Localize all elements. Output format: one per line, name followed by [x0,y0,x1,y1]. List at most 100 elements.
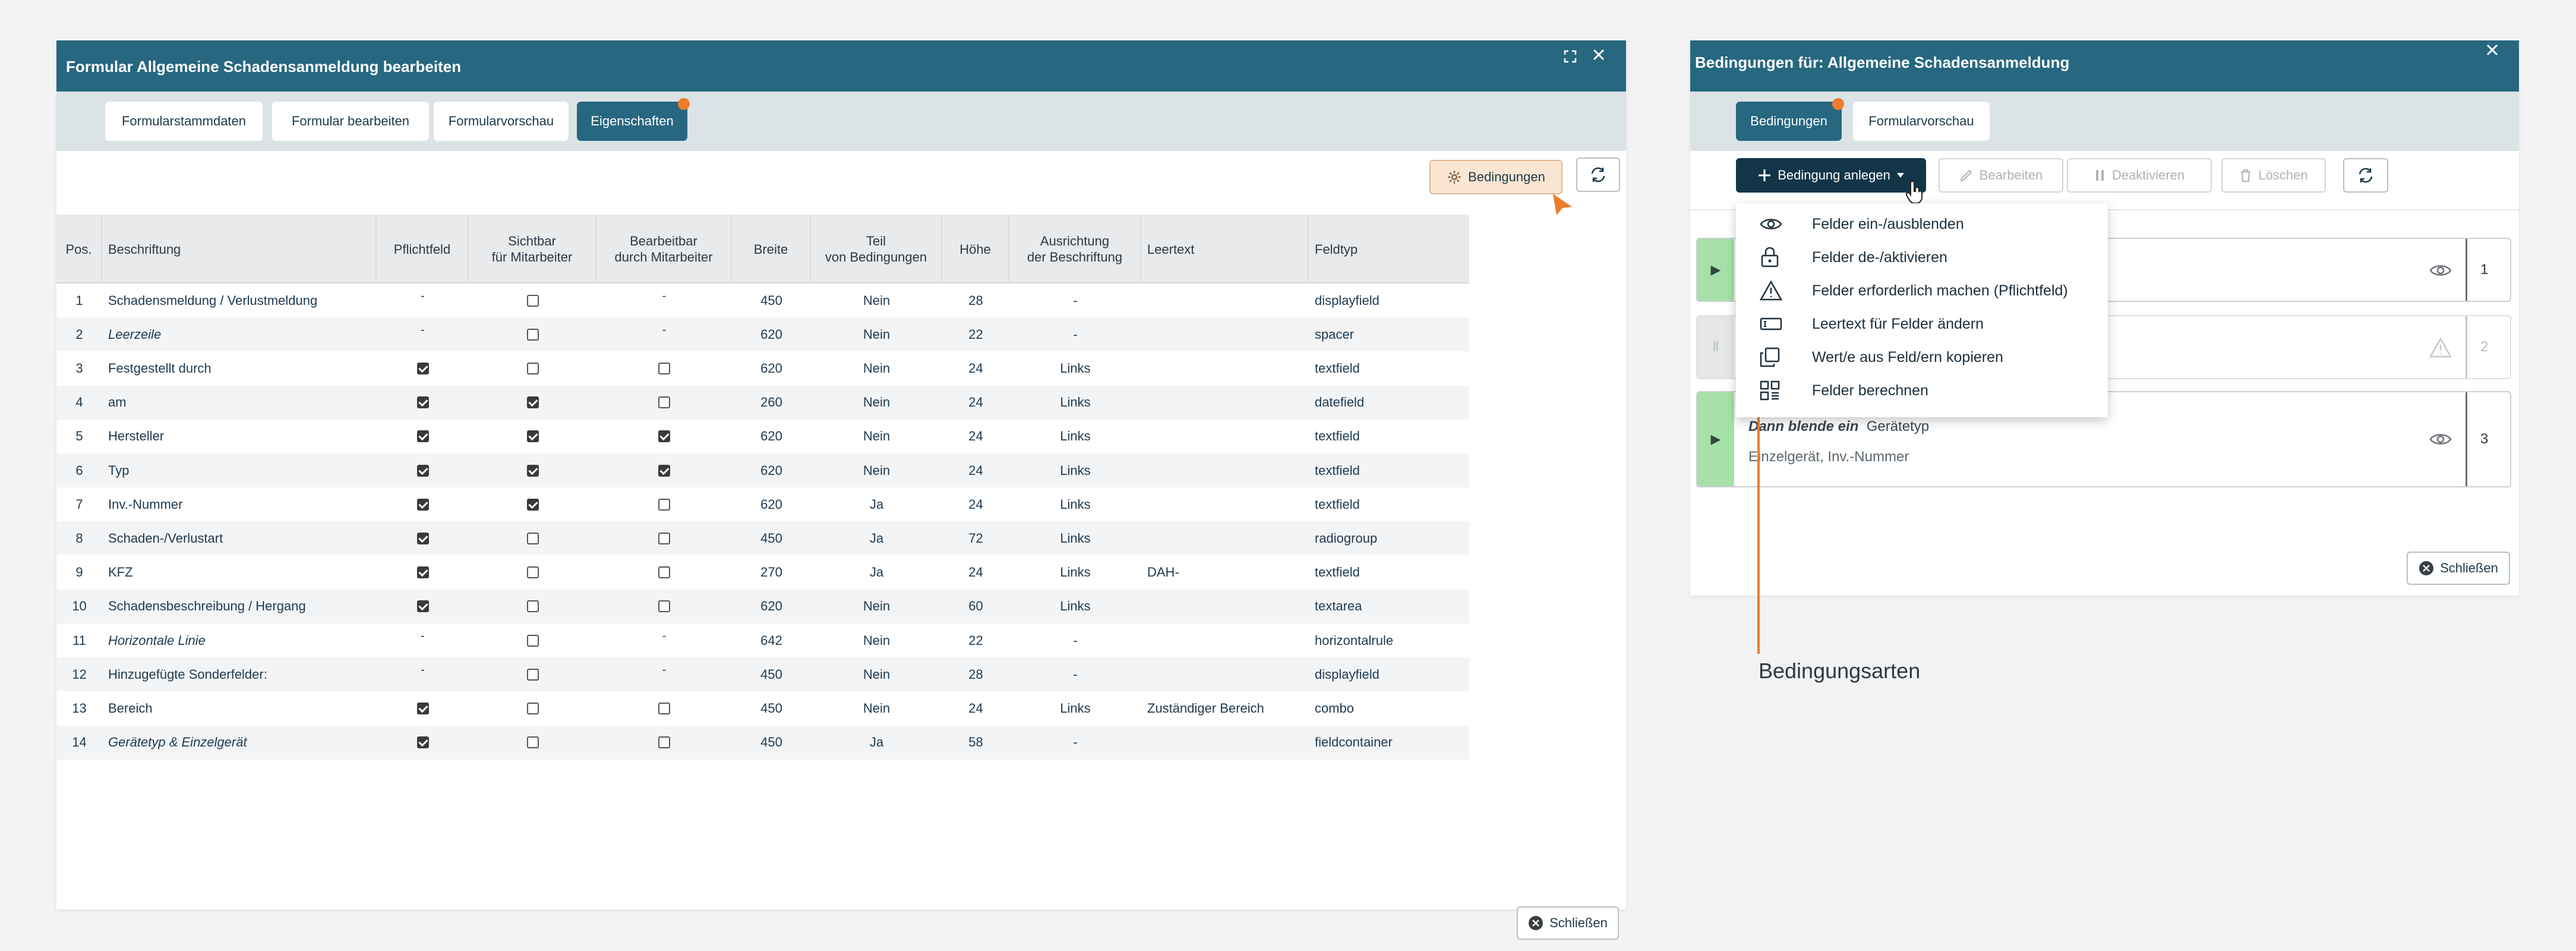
checkbox[interactable] [526,498,539,511]
col-pflichtfeld[interactable]: Pflichtfeld [377,215,469,284]
condition-drag-handle[interactable]: Ⅱ [1697,316,1734,378]
close-button[interactable]: Schließen [1517,906,1619,940]
col-teil[interactable]: Teil von Bedingungen [811,215,942,284]
checkbox[interactable] [416,464,429,477]
checkbox[interactable] [658,702,670,714]
col-beschriftung[interactable]: Beschriftung [102,215,377,284]
table-row[interactable]: 12 Hinzugefügte Sonderfelder: - - 450 Nein 28 -… [56,657,1469,692]
tab-eigenschaften[interactable]: Eigenschaften [577,98,690,141]
checkbox[interactable] [526,464,539,477]
table-row[interactable]: 9 KFZ 270 Ja 24 Links DAH-textfield [56,556,1469,590]
checkbox[interactable] [526,736,539,749]
checkbox[interactable] [416,736,429,749]
table-row[interactable]: 14 Gerätetyp & Einzelgerät 450 Ja 58 - fieldco… [56,725,1469,760]
menu-item-felder-einausblenden[interactable]: Felder ein-/ausblenden [1736,207,2108,241]
properties-table-header: Pos. Beschriftung Pflichtfeld Sichtbar f… [56,215,1469,284]
tab-formular-bearbeiten[interactable]: Formular bearbeiten [272,102,429,141]
col-feldtyp[interactable]: Feldtyp [1309,215,1469,284]
checkbox[interactable] [658,498,670,511]
table-row[interactable]: 4 am 260 Nein 24 Links datefield [56,385,1469,420]
table-row[interactable]: 6 Typ 620 Nein 24 Links textfield [56,454,1469,487]
menu-item-felder-erforderlich[interactable]: Felder erforderlich machen (Pflichtfeld) [1736,274,2108,307]
checkbox[interactable] [416,532,429,544]
checkbox[interactable] [658,736,670,749]
cell-empty: Zuständiger Bereich [1147,700,1264,716]
checkbox[interactable] [658,566,670,579]
tab-bedingungen[interactable]: Bedingungen [1736,98,1844,141]
table-row[interactable]: 8 Schaden-/Verlustart 450 Ja 72 Links radiogro… [56,521,1469,556]
condition-then: Dann blende ein Gerätetyp [1748,418,1929,435]
col-ausrichtung[interactable]: Ausrichtung der Beschriftung [1009,215,1141,284]
maximize-icon[interactable] [1564,49,1577,67]
checkbox[interactable] [526,634,539,647]
checkbox[interactable] [416,498,429,511]
checkbox[interactable] [526,532,539,544]
col-breite[interactable]: Breite [732,215,811,284]
tab-formularstammdaten[interactable]: Formularstammdaten [105,102,263,141]
checkbox[interactable] [658,600,670,613]
col-leertext[interactable]: Leertext [1141,215,1309,284]
checkbox[interactable] [526,566,539,579]
tab-formularvorschau[interactable]: Formularvorschau [1853,102,1990,141]
checkbox[interactable] [526,294,539,307]
dropdown-caret-icon [1896,173,1904,178]
checkbox[interactable] [416,396,429,409]
menu-item-wert-kopieren[interactable]: Wert/e aus Feld/ern kopieren [1736,341,2108,374]
close-icon[interactable] [2485,43,2499,61]
menu-item-felder-berechnen[interactable]: Felder berechnen [1736,374,2108,407]
checkbox[interactable] [416,566,429,579]
checkbox[interactable] [526,430,539,443]
cell-part: Ja [869,496,884,512]
cell-label-wrap: Horizontale Linie [102,623,377,657]
table-row[interactable]: 2 Leerzeile - - 620 Nein 22 - spacer [56,317,1469,352]
table-row[interactable]: 1 Schadensmeldung / Verlustmeldung - - 450 Ne… [56,284,1469,317]
table-row[interactable]: 3 Festgestellt durch 620 Nein 24 Links textfie… [56,351,1469,385]
checkbox[interactable] [658,464,670,477]
checkbox[interactable] [658,396,670,409]
cell-label: Schadensbeschreibung / Hergang [108,599,306,614]
menu-item-felder-deaktivieren[interactable]: Felder de-/aktivieren [1736,241,2108,274]
tab-formularvorschau[interactable]: Formularvorschau [434,102,569,141]
table-row[interactable]: 11 Horizontale Linie - - 642 Nein 22 - horizonta… [56,623,1469,657]
table-row[interactable]: 7 Inv.-Nummer 620 Ja 24 Links textfield [56,487,1469,521]
checkbox[interactable] [526,600,539,613]
cell-empty-wrap [1141,521,1309,555]
add-condition-button[interactable]: Bedingung anlegen [1736,158,1926,193]
cell-type: displayfield [1315,292,1379,308]
cell-align: Links [1060,565,1091,580]
table-row[interactable]: 10 Schadensbeschreibung / Hergang 620 Nein 6… [56,589,1469,623]
condition-drag-handle[interactable]: ▶ [1697,239,1734,301]
close-button[interactable]: Schließen [2407,552,2510,585]
checkbox[interactable] [658,362,670,374]
refresh-button[interactable] [2343,158,2388,193]
table-row[interactable]: 13 Bereich 450 Nein 24 Links Zuständiger Berei… [56,691,1469,725]
col-sichtbar[interactable]: Sichtbar für Mitarbeiter [469,215,596,284]
conditions-button[interactable]: Bedingungen [1429,160,1562,194]
checkbox[interactable] [416,362,429,374]
col-hoehe[interactable]: Höhe [942,215,1009,284]
checkbox[interactable] [416,430,429,443]
checkbox[interactable] [416,600,429,613]
checkbox[interactable] [658,430,670,443]
close-icon[interactable] [1592,48,1606,65]
refresh-button[interactable] [1576,158,1620,192]
checkbox[interactable] [526,328,539,341]
cell-type-wrap: horizontalrule [1309,623,1469,657]
cell-part-wrap: Nein [811,623,942,657]
cell-label-wrap: KFZ [102,556,377,590]
edit-button[interactable]: Bearbeiten [1939,158,2063,193]
checkbox[interactable] [526,362,539,374]
checkbox[interactable] [526,702,539,714]
table-row[interactable]: 5 Hersteller 620 Nein 24 Links textfield [56,420,1469,454]
checkbox[interactable] [526,668,539,681]
deactivate-button[interactable]: Deaktivieren [2067,158,2212,193]
col-pos[interactable]: Pos. [56,215,102,284]
menu-item-leertext[interactable]: Leertext für Felder ändern [1736,307,2108,341]
col-bearbeitbar[interactable]: Bearbeitbar durch Mitarbeiter [596,215,732,284]
checkbox[interactable] [526,396,539,409]
checkbox[interactable] [658,532,670,544]
delete-button[interactable]: Löschen [2221,158,2326,193]
checkbox[interactable] [416,702,429,714]
condition-drag-handle[interactable]: ▶ [1697,392,1734,486]
cell-part-wrap: Ja [811,487,942,521]
